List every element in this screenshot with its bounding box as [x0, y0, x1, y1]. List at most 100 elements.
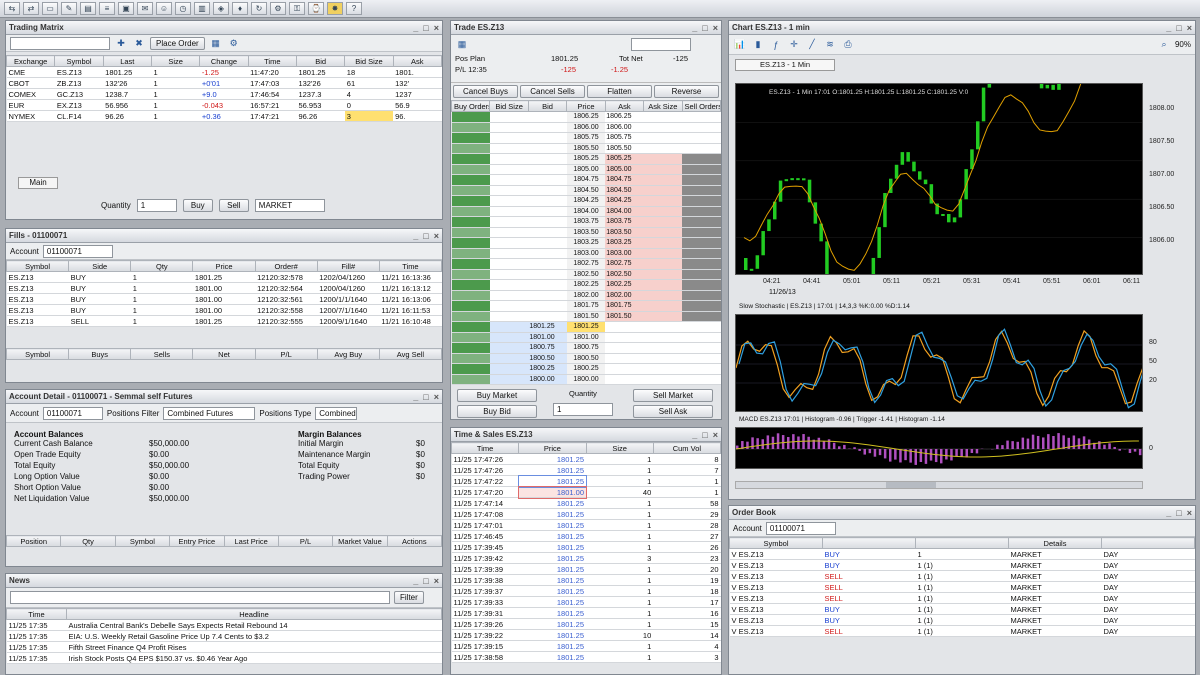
dom-row[interactable]: 1804.25 1804.25: [451, 195, 721, 207]
dom-cell[interactable]: [682, 237, 721, 249]
column-header[interactable]: Size: [150, 55, 201, 67]
table-row[interactable]: ES.Z13 BUY 1 1801.25 12120:32:578 1202/04/126…: [6, 271, 442, 283]
column-header[interactable]: Bid: [295, 55, 346, 67]
dom-cell[interactable]: [643, 363, 683, 375]
dom-cell[interactable]: [605, 332, 644, 343]
dom-row[interactable]: 1804.75 1804.75: [451, 174, 721, 186]
table-row[interactable]: 11/25 17:47:08 1801.25 1 29: [451, 508, 721, 520]
dom-cell[interactable]: [528, 227, 567, 238]
dom-cell[interactable]: [451, 258, 490, 270]
column-header[interactable]: Side: [68, 260, 132, 272]
dom-cell[interactable]: 1806.25: [605, 111, 644, 123]
dom-cell[interactable]: 1802.00: [605, 290, 644, 301]
dom-row[interactable]: 1803.25 1803.25: [451, 237, 721, 249]
dom-cell[interactable]: 1803.75: [605, 216, 644, 228]
column-header[interactable]: Last: [102, 55, 152, 67]
dom-cell[interactable]: [451, 153, 490, 165]
column-header[interactable]: Details: [1008, 537, 1102, 549]
quote-icon[interactable]: ≡: [99, 2, 115, 15]
dom-cell[interactable]: [682, 132, 721, 144]
dom-cell[interactable]: [489, 363, 529, 375]
dom-row[interactable]: 1805.75 1805.75: [451, 132, 721, 144]
dom-cell[interactable]: [643, 206, 683, 217]
dom-row[interactable]: 1801.50 1801.50: [451, 311, 721, 322]
table-row[interactable]: ES.Z13 BUY 1 1801.00 12120:32:564 1200/04/126…: [6, 282, 442, 294]
dom-cell[interactable]: [489, 153, 529, 165]
table-row[interactable]: ES.Z13 BUY 1 1801.00 12120:32:558 1200/7/1/16…: [6, 304, 442, 316]
maximize-icon[interactable]: □: [423, 576, 428, 586]
column-header[interactable]: Ask Size: [643, 100, 683, 112]
dom-cell[interactable]: [451, 174, 490, 186]
dom-cell[interactable]: [682, 332, 721, 343]
close-icon[interactable]: ×: [434, 576, 439, 586]
dom-cell[interactable]: [489, 321, 529, 333]
dom-cell[interactable]: [682, 374, 721, 385]
dom-cell[interactable]: [682, 321, 721, 333]
dom-cell[interactable]: [643, 237, 683, 249]
dom-row[interactable]: 1805.50 1805.50: [451, 143, 721, 154]
help-icon[interactable]: ?: [346, 2, 362, 15]
dom-cell[interactable]: [643, 122, 683, 133]
dom-cell[interactable]: [682, 363, 721, 375]
dom-cell[interactable]: [451, 332, 490, 343]
table-row[interactable]: 11/25 17:39:38 1801.25 1 19: [451, 574, 721, 586]
dom-cell[interactable]: [451, 321, 490, 333]
dom-cell[interactable]: 1801.50: [605, 311, 644, 322]
dom-cell[interactable]: [682, 290, 721, 301]
dom-cell[interactable]: 1804.25: [605, 195, 644, 207]
dom-cell[interactable]: [605, 321, 644, 333]
account-icon[interactable]: ☺: [156, 2, 172, 15]
dom-cell[interactable]: 1800.50: [528, 353, 567, 364]
candle-icon[interactable]: ▮: [751, 39, 765, 51]
dom-cell[interactable]: [489, 374, 529, 385]
dom-cell[interactable]: [643, 143, 683, 154]
minimize-icon[interactable]: _: [692, 23, 697, 33]
dom-cell[interactable]: [682, 185, 721, 196]
maximize-icon[interactable]: □: [423, 231, 428, 241]
dom-cell[interactable]: 1803.00: [605, 248, 644, 259]
flatten-button[interactable]: Flatten: [587, 85, 652, 98]
column-header[interactable]: Price: [192, 260, 256, 272]
maximize-icon[interactable]: □: [423, 23, 428, 33]
column-header[interactable]: Time: [247, 55, 297, 67]
dom-cell[interactable]: 1804.50: [605, 185, 644, 196]
column-header[interactable]: Change: [199, 55, 249, 67]
grid-icon[interactable]: ▦: [209, 37, 223, 49]
dom-cell[interactable]: [643, 300, 683, 312]
column-header[interactable]: Sells: [130, 348, 194, 360]
column-header[interactable]: Last Price: [223, 535, 279, 547]
news-icon[interactable]: ✉: [137, 2, 153, 15]
dom-cell[interactable]: [682, 195, 721, 207]
account-select[interactable]: 01100071: [42, 406, 103, 420]
minimize-icon[interactable]: _: [413, 392, 418, 402]
book-icon[interactable]: ▣: [118, 2, 134, 15]
column-header[interactable]: [1101, 537, 1195, 549]
quantity-stepper[interactable]: 1: [136, 199, 177, 212]
close-icon[interactable]: ×: [1187, 508, 1192, 518]
dom-cell[interactable]: [489, 332, 529, 343]
dom-cell[interactable]: [489, 237, 529, 249]
column-header[interactable]: P/L: [254, 348, 318, 360]
dom-row[interactable]: 1806.25 1806.25: [451, 111, 721, 123]
minimize-icon[interactable]: _: [1166, 23, 1171, 33]
dom-row[interactable]: 1803.75 1803.75: [451, 216, 721, 228]
crosshair-icon[interactable]: ✛: [787, 39, 801, 51]
dom-cell[interactable]: [682, 216, 721, 228]
dom-cell[interactable]: [682, 311, 721, 322]
dom-row[interactable]: 1802.25 1802.25: [451, 279, 721, 291]
dom-cell[interactable]: [643, 185, 683, 196]
dom-cell[interactable]: [682, 153, 721, 165]
dom-row[interactable]: 1801.25 1801.25: [451, 321, 721, 333]
study-icon[interactable]: ƒ: [769, 39, 783, 51]
dom-cell[interactable]: [528, 290, 567, 301]
dom-cell[interactable]: [682, 300, 721, 312]
minimize-icon[interactable]: _: [413, 576, 418, 586]
dom-cell[interactable]: [643, 321, 683, 333]
column-header[interactable]: Exchange: [6, 55, 56, 67]
dom-cell[interactable]: [451, 185, 490, 196]
dom-cell[interactable]: [451, 195, 490, 207]
table-row[interactable]: COMEX GC.Z13 1238.7 1 +9.0 17:46:54 1237.3 4 123…: [6, 88, 442, 100]
dom-cell[interactable]: [489, 122, 529, 133]
column-header[interactable]: Ask: [392, 55, 442, 67]
dom-row[interactable]: 1801.75 1801.75: [451, 300, 721, 312]
